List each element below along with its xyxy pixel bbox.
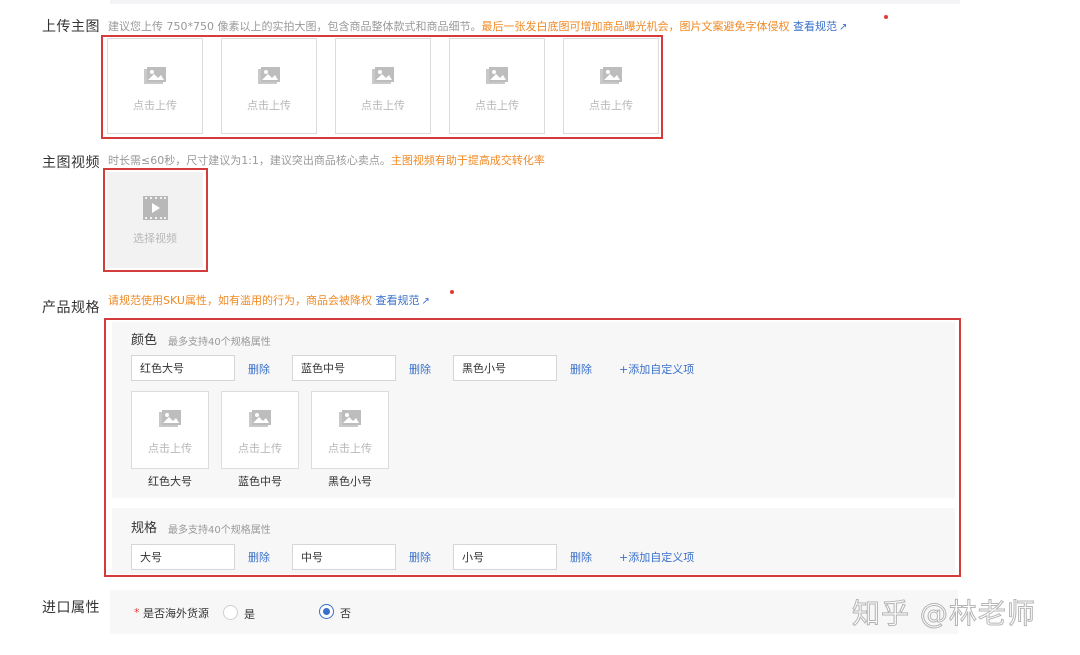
size-add-custom-link[interactable]: +添加自定义项: [619, 549, 694, 565]
video-play-icon: [143, 196, 168, 220]
color-delete-link[interactable]: 删除: [409, 361, 431, 377]
image-placeholder-icon: [339, 410, 361, 427]
color-image-upload-tile[interactable]: 点击上传: [311, 391, 389, 469]
radio-yes-label: 是: [244, 608, 255, 621]
color-tile-caption: 黑色小号: [328, 475, 372, 488]
upload-tile-text: 点击上传: [133, 99, 177, 112]
size-spec-subtitle: 最多支持40个规格属性: [168, 525, 271, 536]
image-placeholder-icon: [159, 410, 181, 427]
image-placeholder-icon: [144, 67, 166, 84]
color-tile-caption: 红色大号: [148, 475, 192, 488]
color-value-input[interactable]: [453, 355, 557, 381]
product-spec-label: 产品规格: [42, 300, 100, 316]
product-spec-guide-link[interactable]: 查看规范: [375, 294, 419, 307]
image-placeholder-icon: [249, 410, 271, 427]
color-value-input[interactable]: [131, 355, 235, 381]
color-delete-link[interactable]: 删除: [248, 361, 270, 377]
size-delete-link[interactable]: 删除: [570, 549, 592, 565]
color-value-input[interactable]: [292, 355, 396, 381]
main-image-upload-tile[interactable]: 点击上传: [563, 38, 659, 134]
main-video-hint-text: 时长需≤60秒，尺寸建议为1:1，建议突出商品核心卖点。: [108, 154, 391, 167]
radio-no[interactable]: [319, 604, 334, 619]
size-spec-title: 规格: [131, 521, 158, 536]
import-attr-label: 进口属性: [42, 600, 100, 616]
image-placeholder-icon: [258, 67, 280, 84]
size-value-input[interactable]: [453, 544, 557, 570]
main-video-label: 主图视频: [42, 155, 100, 171]
upload-tile-text: 点击上传: [328, 442, 372, 455]
color-image-upload-tile[interactable]: 点击上传: [131, 391, 209, 469]
main-image-label: 上传主图: [42, 19, 100, 35]
overseas-source-question: 是否海外货源: [143, 607, 209, 620]
main-image-hint: 建议您上传 750*750 像素以上的实拍大图，包含商品整体款式和商品细节。最后…: [108, 20, 847, 35]
main-video-hint-warning: 主图视频有助于提高成交转化率: [390, 154, 545, 167]
size-value-input[interactable]: [292, 544, 396, 570]
product-spec-hint-warning: 请规范使用SKU属性，如有滥用的行为，商品会被降权: [108, 294, 372, 307]
main-image-hint-warning: 最后一张发白底图可增加商品曝光机会，图片文案避免字体侵权: [481, 20, 790, 33]
main-image-hint-text: 建议您上传 750*750 像素以上的实拍大图，包含商品整体款式和商品细节。: [108, 20, 482, 33]
upload-tile-text: 点击上传: [238, 442, 282, 455]
upload-tile-text: 点击上传: [361, 99, 405, 112]
required-dot: [884, 15, 888, 19]
radio-no-label: 否: [340, 607, 351, 620]
upload-tile-text: 点击上传: [475, 99, 519, 112]
image-placeholder-icon: [600, 67, 622, 84]
color-delete-link[interactable]: 删除: [570, 361, 592, 377]
required-dot: [450, 290, 454, 294]
upload-tile-text: 点击上传: [148, 442, 192, 455]
select-video-text: 选择视频: [133, 232, 177, 245]
color-spec-title: 颜色: [131, 333, 158, 348]
select-video-tile[interactable]: 选择视频: [107, 172, 203, 268]
product-spec-hint: 请规范使用SKU属性，如有滥用的行为，商品会被降权 查看规范 ↗: [108, 294, 430, 309]
color-image-upload-tile[interactable]: 点击上传: [221, 391, 299, 469]
upload-tile-text: 点击上传: [247, 99, 291, 112]
top-divider: [110, 0, 960, 4]
external-link-icon: ↗: [838, 22, 848, 33]
main-image-upload-tile[interactable]: 点击上传: [335, 38, 431, 134]
image-placeholder-icon: [372, 67, 394, 84]
required-mark: *: [134, 606, 140, 619]
main-image-upload-tile[interactable]: 点击上传: [107, 38, 203, 134]
radio-yes[interactable]: [223, 605, 238, 620]
color-add-custom-link[interactable]: +添加自定义项: [619, 361, 694, 377]
watermark: 知乎 @林老师: [852, 597, 1036, 631]
image-placeholder-icon: [486, 67, 508, 84]
size-delete-link[interactable]: 删除: [409, 549, 431, 565]
main-image-upload-tile[interactable]: 点击上传: [221, 38, 317, 134]
main-image-upload-tile[interactable]: 点击上传: [449, 38, 545, 134]
size-delete-link[interactable]: 删除: [248, 549, 270, 565]
external-link-icon: ↗: [421, 296, 430, 307]
size-value-input[interactable]: [131, 544, 235, 570]
main-image-guide-link[interactable]: 查看规范: [793, 20, 837, 33]
upload-tile-text: 点击上传: [589, 99, 633, 112]
main-video-hint: 时长需≤60秒，尺寸建议为1:1，建议突出商品核心卖点。主图视频有助于提高成交转…: [108, 154, 545, 168]
color-tile-caption: 蓝色中号: [238, 475, 282, 488]
color-spec-subtitle: 最多支持40个规格属性: [168, 337, 271, 348]
